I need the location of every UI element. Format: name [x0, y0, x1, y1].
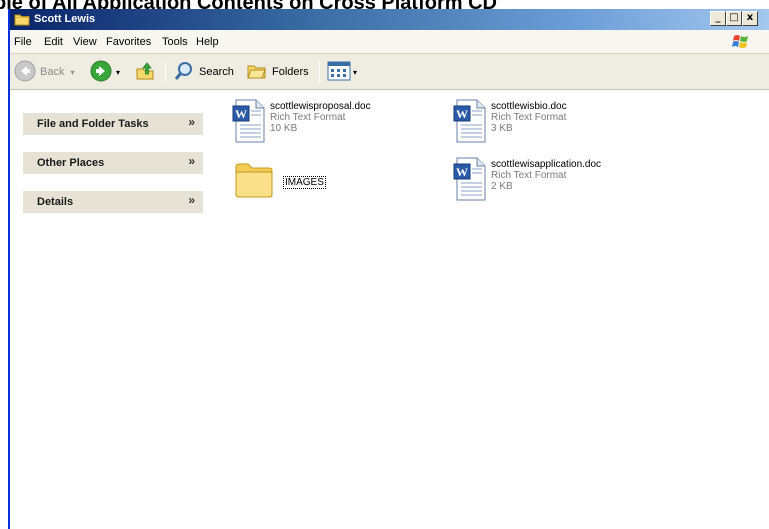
- forward-button[interactable]: ▾: [90, 54, 120, 90]
- search-icon: [173, 60, 195, 85]
- forward-arrow-icon: [90, 60, 112, 85]
- file-size: 2 KB: [491, 181, 513, 192]
- maximize-button[interactable]: □: [726, 11, 742, 26]
- file-name: scottlewisbio.doc: [491, 101, 567, 112]
- folders-button[interactable]: Folders: [246, 54, 309, 90]
- task-pane: File and Folder Tasks » Other Places » D…: [10, 91, 216, 529]
- file-type: Rich Text Format: [491, 112, 567, 123]
- panel-other-places[interactable]: Other Places »: [23, 152, 203, 174]
- minimize-button[interactable]: _: [710, 11, 726, 26]
- explorer-window: Scott Lewis _ □ x File Edit View Favorit…: [8, 9, 769, 529]
- chevron-down-icon[interactable]: »: [188, 193, 195, 207]
- back-button[interactable]: Back ▾: [14, 54, 74, 90]
- up-folder-icon: [134, 60, 156, 85]
- svg-text:W: W: [456, 165, 468, 179]
- panel-file-and-folder-tasks[interactable]: File and Folder Tasks »: [23, 113, 203, 135]
- menu-bar: File Edit View Favorites Tools Help: [10, 30, 769, 54]
- menu-view[interactable]: View: [73, 36, 97, 48]
- file-size: 10 KB: [270, 123, 298, 134]
- panel-title: File and Folder Tasks: [37, 118, 149, 130]
- forward-dropdown-icon[interactable]: ▾: [116, 68, 120, 77]
- word-document-icon: W: [453, 99, 487, 146]
- folder-icon: [14, 12, 30, 29]
- toolbar-separator: [319, 61, 320, 83]
- title-bar[interactable]: Scott Lewis _ □ x: [10, 9, 769, 30]
- file-item[interactable]: W scottlewisproposal.doc Rich Text Forma…: [232, 99, 371, 146]
- file-size: 3 KB: [491, 123, 513, 134]
- file-name: scottlewisapplication.doc: [491, 159, 602, 170]
- search-label: Search: [199, 66, 234, 78]
- panel-title: Details: [37, 196, 74, 208]
- chevron-down-icon[interactable]: »: [188, 154, 195, 168]
- svg-text:W: W: [456, 107, 468, 121]
- file-type: Rich Text Format: [270, 112, 346, 123]
- folder-item[interactable]: [234, 161, 274, 202]
- menu-tools[interactable]: Tools: [162, 36, 188, 48]
- folders-icon: [246, 60, 268, 85]
- menu-edit[interactable]: Edit: [44, 36, 63, 48]
- svg-text:W: W: [235, 107, 247, 121]
- chevron-down-icon[interactable]: »: [188, 115, 195, 129]
- window-controls: _ □ x: [710, 11, 758, 26]
- file-list-area: W scottlewisproposal.doc Rich Text Forma…: [216, 91, 769, 529]
- toolbar-separator: [165, 61, 166, 83]
- views-grid-icon: [327, 61, 351, 84]
- back-dropdown-icon[interactable]: ▾: [70, 68, 74, 77]
- back-arrow-icon: [14, 60, 36, 85]
- close-button[interactable]: x: [742, 11, 758, 26]
- window-title: Scott Lewis: [34, 13, 96, 25]
- menu-file[interactable]: File: [14, 36, 32, 48]
- file-type: Rich Text Format: [491, 170, 567, 181]
- folder-icon: [234, 161, 274, 202]
- windows-logo-icon: [732, 33, 750, 54]
- search-button[interactable]: Search: [173, 54, 234, 90]
- panel-title: Other Places: [37, 157, 105, 169]
- menu-favorites[interactable]: Favorites: [106, 36, 151, 48]
- word-document-icon: W: [232, 99, 266, 146]
- word-document-icon: W: [453, 157, 487, 204]
- file-name: scottlewisproposal.doc: [270, 101, 371, 112]
- file-item[interactable]: W scottlewisapplication.doc Rich Text Fo…: [453, 157, 601, 204]
- views-button[interactable]: ▾: [327, 54, 357, 90]
- up-folder-button[interactable]: [134, 54, 156, 90]
- file-item[interactable]: W scottlewisbio.doc Rich Text Format 3 K…: [453, 99, 567, 146]
- panel-details[interactable]: Details »: [23, 191, 203, 213]
- toolbar: Back ▾ ▾ Search Folders ▾: [10, 54, 769, 90]
- menu-help[interactable]: Help: [196, 36, 219, 48]
- folder-name: IMAGES: [283, 176, 326, 189]
- views-dropdown-icon[interactable]: ▾: [353, 68, 357, 77]
- folders-label: Folders: [272, 66, 309, 78]
- back-label: Back: [40, 66, 65, 78]
